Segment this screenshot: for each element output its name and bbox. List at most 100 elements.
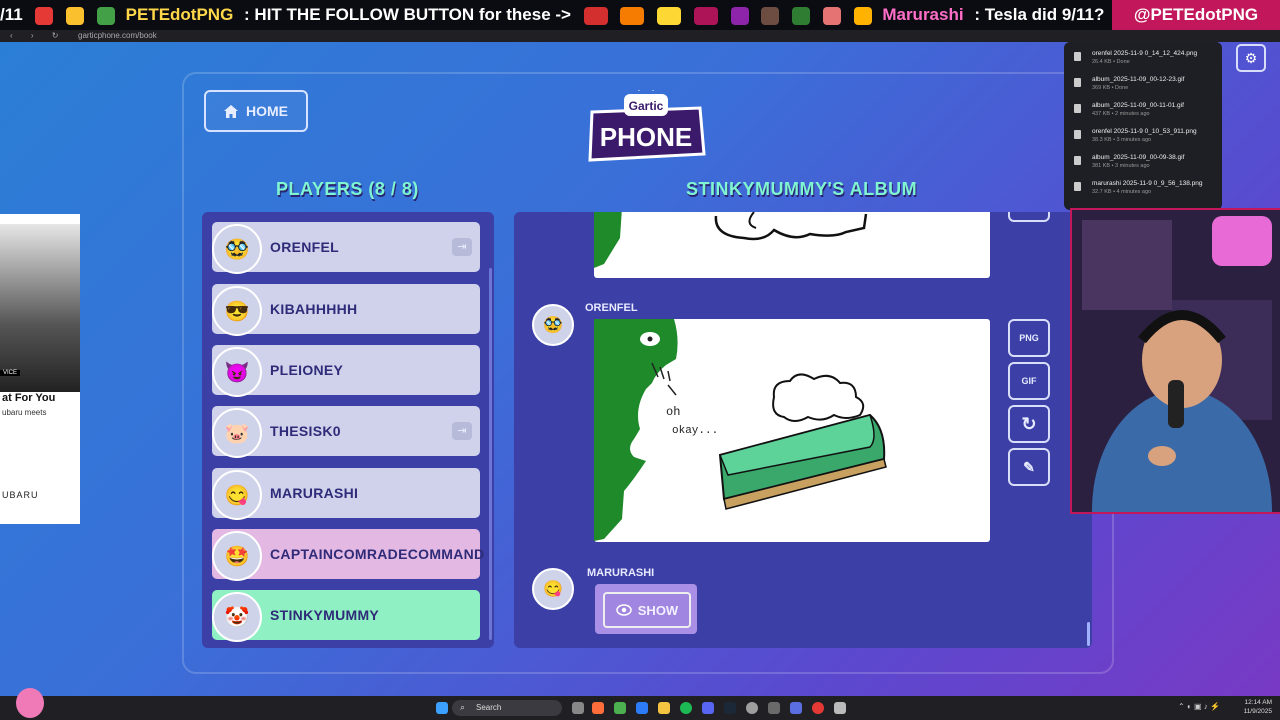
browser-nav-icons[interactable]: ‹ › ↻ (10, 30, 66, 42)
emote-icon (693, 6, 718, 25)
app-icon[interactable] (790, 702, 802, 714)
previous-side-button[interactable] (1008, 212, 1050, 222)
chrome-icon[interactable] (614, 702, 626, 714)
gartic-phone-logo: Gartic PHONE (582, 84, 710, 166)
message-avatar: 😋 (532, 568, 574, 610)
download-png-button[interactable]: PNG (1008, 319, 1050, 357)
spotify-icon[interactable] (680, 702, 692, 714)
drawing-canvas: oh okay... (594, 319, 990, 542)
app-icon[interactable] (768, 702, 780, 714)
file-icon (1074, 78, 1081, 87)
app-icon[interactable] (812, 702, 824, 714)
folder-icon[interactable] (658, 702, 670, 714)
download-meta: 381 KB • 3 minutes ago (1092, 163, 1150, 169)
emote-icon (853, 6, 872, 25)
chat-message: : HIT THE FOLLOW BUTTON for these -> (244, 5, 571, 24)
player-row: 🥸 ORENFEL ⇥ (212, 222, 480, 274)
search-placeholder: Search (476, 703, 502, 712)
download-filename: album_2025-11-09_00-09-38.gif (1092, 154, 1185, 161)
eye-icon (616, 604, 632, 616)
show-label: SHOW (637, 602, 679, 618)
png-label: PNG (1019, 333, 1039, 343)
emote-icon (620, 6, 645, 25)
player-avatar: 😎 (212, 286, 262, 336)
windows-start-icon[interactable] (436, 702, 448, 714)
kick-player-icon[interactable]: ⇥ (452, 422, 472, 440)
download-filename: marurashi 2025-11-9 0_9_56_138.png (1092, 180, 1203, 187)
edit-icon[interactable]: ✎ (1008, 448, 1050, 486)
download-filename: orenfel 2025-11-9 0_10_53_911.png (1092, 128, 1197, 135)
ad-tag: VICE (0, 370, 21, 376)
download-item[interactable]: orenfel 2025-11-9 0_10_53_911.png 38.3 K… (1074, 128, 1219, 150)
player-row: 😋 MARURASHI (212, 468, 480, 520)
emote-icon (96, 6, 115, 25)
download-meta: 437 KB • 2 minutes ago (1092, 111, 1150, 117)
replay-icon[interactable]: ↻ (1008, 405, 1050, 443)
store-icon[interactable] (636, 702, 648, 714)
previous-drawing (594, 212, 990, 278)
player-name: THESISK0 (270, 423, 341, 439)
emote-icon (35, 6, 54, 25)
file-icon (1074, 182, 1081, 191)
player-name: STINKYMUMMY (270, 607, 380, 623)
logo-bottom-text: PHONE (600, 122, 692, 152)
address-bar[interactable]: garticphone.com/book (78, 30, 157, 42)
show-container: SHOW (595, 584, 697, 634)
players-scrollbar[interactable] (489, 268, 492, 640)
emote-icon (730, 6, 749, 25)
taskbar-search[interactable]: Search (452, 700, 562, 716)
task-view-icon[interactable] (572, 702, 584, 714)
system-tray-icons[interactable]: ⌃ ◐ ▣ ♪ ⚡ (1178, 702, 1220, 711)
download-filename: album_2025-11-09_00-12-23.gif (1092, 76, 1185, 83)
download-meta: 369 KB • Done (1092, 85, 1129, 91)
ad-brand: UBARU (2, 490, 39, 500)
obs-icon[interactable] (746, 702, 758, 714)
message-avatar: 🥸 (532, 304, 574, 346)
message-author: ORENFEL (585, 302, 638, 314)
message-author: MARURASHI (587, 567, 655, 579)
taskbar-clock[interactable]: 12:14 AM 11/9/2025 (1244, 698, 1272, 716)
firefox-icon[interactable] (592, 702, 604, 714)
clock-time: 12:14 AM (1244, 699, 1272, 706)
download-gif-button[interactable]: GIF (1008, 362, 1050, 400)
download-item[interactable]: orenfel 2025-11-9 0_14_12_424.png 26.4 K… (1074, 50, 1219, 72)
download-item[interactable]: album_2025-11-09_00-09-38.gif 381 KB • 3… (1074, 154, 1219, 176)
download-item[interactable]: album_2025-11-09_00-11-01.gif 437 KB • 2… (1074, 102, 1219, 124)
kick-player-icon[interactable]: ⇥ (452, 238, 472, 256)
side-advertisement[interactable]: VICE at For You ubaru meets UBARU (0, 214, 80, 524)
discord-icon[interactable] (702, 702, 714, 714)
download-item[interactable]: marurashi 2025-11-9 0_9_56_138.png 32.7 … (1074, 180, 1219, 202)
steam-icon[interactable] (724, 702, 736, 714)
home-button[interactable]: HOME (204, 90, 308, 132)
player-name: MARURASHI (270, 485, 359, 501)
ad-subline: ubaru meets (2, 408, 47, 417)
players-list: 🥸 ORENFEL ⇥ 😎 KIBAHHHHH 😈 PLEIONEY 🐷 THE… (202, 212, 494, 648)
app-icon[interactable] (834, 702, 846, 714)
player-name: CAPTAINCOMRADECOMMAND (270, 546, 485, 562)
search-icon: ⌕ (460, 702, 466, 712)
player-row-active: 🤡 STINKYMUMMY (212, 590, 480, 642)
emote-icon (822, 6, 841, 25)
emote-icon (761, 6, 780, 25)
file-icon (1074, 156, 1081, 165)
chat-username: PETEdotPNG (125, 5, 234, 24)
download-item[interactable]: album_2025-11-09_00-12-23.gif 369 KB • D… (1074, 76, 1219, 98)
player-row: 😈 PLEIONEY (212, 345, 480, 397)
clock-date: 11/9/2025 (1243, 708, 1272, 715)
download-meta: 38.3 KB • 3 minutes ago (1092, 137, 1152, 143)
player-avatar: 😈 (212, 347, 262, 397)
album-scrollbar[interactable] (1087, 622, 1090, 646)
browser-toolbar: ‹ › ↻ garticphone.com/book (0, 30, 1280, 42)
settings-gear-icon[interactable]: ⚙ (1236, 44, 1266, 72)
show-button[interactable]: SHOW (603, 592, 691, 628)
home-label: HOME (246, 103, 288, 119)
drawing-text: okay... (672, 425, 718, 437)
webcam-overlay (1070, 208, 1280, 514)
album-heading: STINKYMUMMY'S ALBUM (686, 179, 918, 199)
player-name: KIBAHHHHH (270, 301, 358, 317)
ticker-prefix: /11 (0, 5, 23, 24)
ad-image (0, 224, 80, 392)
player-row: 🐷 THESISK0 ⇥ (212, 406, 480, 458)
gif-label: GIF (1021, 376, 1037, 386)
album-feed: 🥸 ORENFEL oh okay... PNG GIF ↻ ✎ 😋 MARUR… (514, 212, 1092, 648)
